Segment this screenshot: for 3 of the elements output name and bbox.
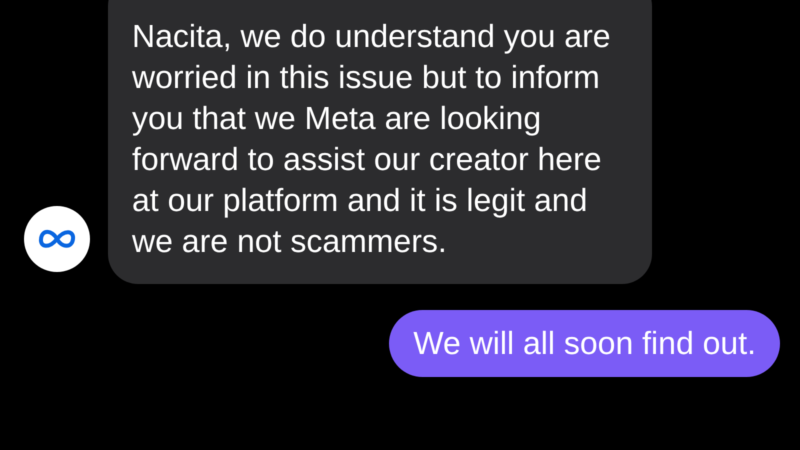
message-bubble: We will all soon find out. [389, 310, 780, 377]
loop-icon [37, 228, 77, 250]
message-bubble: Nacita, we do understand you are worried in this issue but to inform you that we Meta are looking forward to assist our creator here at our platform and it is legit and we are not scammers. [108, 0, 652, 284]
